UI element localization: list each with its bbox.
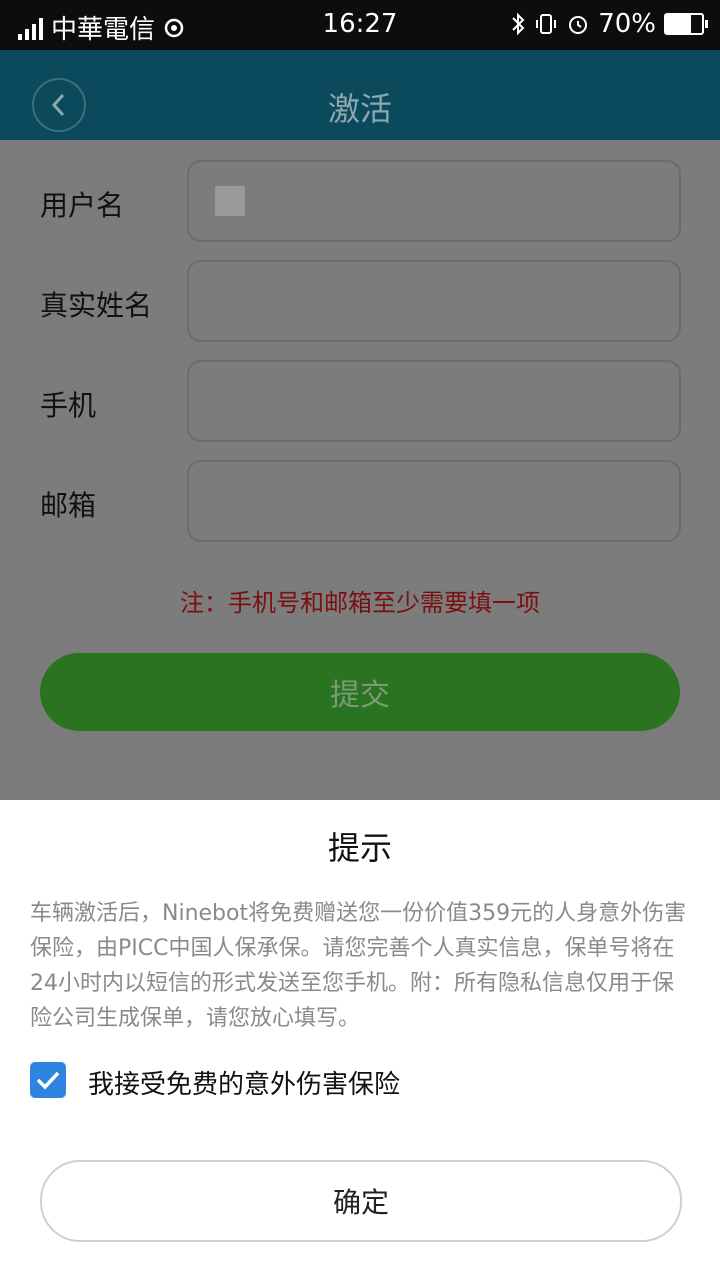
status-bar: 中華電信 16:27 70% [0, 0, 720, 50]
vibrate-icon [536, 14, 557, 34]
insurance-checkbox[interactable] [30, 1062, 66, 1098]
phone-input[interactable] [187, 360, 681, 442]
realname-label: 真实姓名 [40, 289, 153, 322]
username-input[interactable] [187, 160, 681, 242]
username-label: 用户名 [40, 189, 125, 222]
dialog-title: 提示 [327, 829, 392, 867]
dialog-message: 车辆激活后，Ninebot将免费赠送您一份价值359元的人身意外伤害保险，由PI… [30, 901, 687, 1031]
email-label: 邮箱 [40, 489, 97, 522]
activation-form: 用户名 真实姓名 手机 邮箱 注：手机号和邮箱至少需要填一项 提交 [0, 140, 720, 800]
insurance-checkbox-label[interactable]: 我接受免费的意外伤害保险 [88, 1064, 400, 1101]
realname-row: 真实姓名 [0, 260, 720, 342]
username-value-marker [215, 186, 245, 216]
submit-button[interactable]: 提交 [40, 653, 680, 731]
email-input[interactable] [187, 460, 681, 542]
bluetooth-icon [512, 12, 525, 36]
status-right: 70% [510, 9, 708, 39]
app-header: 激活 [0, 50, 720, 140]
email-row: 邮箱 [0, 460, 720, 542]
phone-row: 手机 [0, 360, 720, 442]
page-title: 激活 [327, 90, 392, 128]
username-row: 用户名 [0, 160, 720, 242]
confirm-button[interactable]: 确定 [40, 1160, 682, 1242]
alarm-icon [569, 16, 588, 34]
realname-input[interactable] [187, 260, 681, 342]
checkmark-icon [36, 1071, 60, 1090]
phone-label: 手机 [40, 389, 97, 422]
form-note: 注：手机号和邮箱至少需要填一项 [180, 589, 540, 617]
battery-percent: 70% [598, 9, 656, 39]
battery-icon [664, 13, 708, 35]
